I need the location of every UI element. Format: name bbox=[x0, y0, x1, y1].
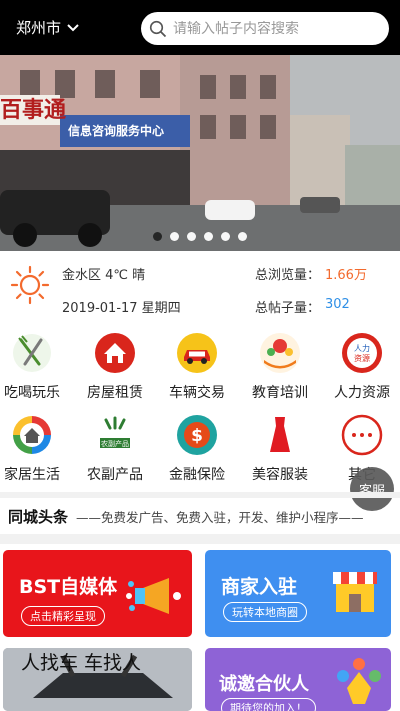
carousel-dot[interactable] bbox=[170, 232, 179, 241]
svg-text:人力: 人力 bbox=[354, 343, 370, 353]
card-button[interactable]: 点击精彩呈现 bbox=[21, 606, 105, 626]
svg-text:农副产品: 农副产品 bbox=[101, 439, 129, 448]
category-item[interactable]: 吃喝玩乐 bbox=[0, 328, 72, 408]
promo-card-ride[interactable]: 人找车 车找人 bbox=[3, 648, 192, 711]
views-value: 1.66万 bbox=[325, 268, 367, 283]
category-item[interactable]: 房屋租赁 bbox=[75, 328, 155, 408]
top-bar: 郑州市 bbox=[0, 0, 400, 55]
city-selector[interactable]: 郑州市 bbox=[16, 17, 79, 38]
category-grid: 吃喝玩乐 房屋租赁 车辆交易 教育培训 人力 资源 人力资源 家居生活 农副产品… bbox=[0, 328, 400, 490]
promo-card-media[interactable]: BST自媒体 点击精彩呈现 bbox=[3, 550, 192, 637]
card-button[interactable]: 期待您的加入！ bbox=[221, 698, 316, 711]
posts-value: 302 bbox=[325, 297, 350, 312]
chevron-down-icon bbox=[67, 23, 79, 31]
category-label: 房屋租赁 bbox=[87, 385, 143, 401]
megaphone-icon bbox=[126, 578, 181, 614]
sun-icon bbox=[10, 265, 50, 305]
card-title: 诚邀合伙人 bbox=[219, 674, 309, 695]
category-label: 车辆交易 bbox=[169, 385, 225, 401]
search-box[interactable] bbox=[141, 12, 389, 45]
banner-carousel[interactable]: 百事通 信息咨询服务中心 bbox=[0, 55, 400, 251]
city-label: 郑州市 bbox=[16, 19, 62, 37]
promo-card-merchant[interactable]: 商家入驻 玩转本地商圈 bbox=[205, 550, 391, 637]
street-photo: 百事通 信息咨询服务中心 bbox=[0, 55, 400, 251]
svg-text:资源: 资源 bbox=[354, 353, 370, 363]
category-item[interactable]: 美容服装 bbox=[240, 410, 320, 490]
banner-sign-sub: 信息咨询服务中心 bbox=[68, 123, 164, 138]
carousel-dot[interactable] bbox=[238, 232, 247, 241]
house-icon bbox=[95, 333, 135, 373]
carousel-dot[interactable] bbox=[221, 232, 230, 241]
home-life-icon bbox=[13, 416, 51, 454]
dress-icon bbox=[270, 417, 290, 452]
carousel-dots bbox=[0, 232, 400, 241]
category-label: 吃喝玩乐 bbox=[4, 385, 60, 401]
category-label: 美容服装 bbox=[252, 467, 308, 483]
divider bbox=[0, 534, 400, 544]
card-title: 人找车 车找人 bbox=[21, 652, 142, 674]
posts-label: 总帖子量： bbox=[255, 301, 321, 316]
education-icon bbox=[260, 333, 300, 373]
divider bbox=[0, 492, 400, 498]
date-text: 2019-01-17 星期四 bbox=[62, 301, 181, 316]
headline-title: 同城头条 bbox=[8, 507, 69, 526]
category-item[interactable]: 车辆交易 bbox=[157, 328, 237, 408]
carousel-dot[interactable] bbox=[204, 232, 213, 241]
search-input[interactable] bbox=[173, 20, 373, 37]
partners-icon bbox=[337, 658, 381, 704]
category-label: 教育培训 bbox=[252, 385, 308, 401]
dollar-icon: $ bbox=[177, 415, 217, 455]
category-label: 金融保险 bbox=[169, 467, 225, 483]
svg-text:$: $ bbox=[191, 426, 203, 446]
category-label: 农副产品 bbox=[87, 467, 143, 483]
views-label: 总浏览量： bbox=[255, 268, 321, 283]
category-item[interactable]: 农副产品 农副产品 bbox=[75, 410, 155, 490]
promo-card-partner[interactable]: 诚邀合伙人 期待您的加入！ bbox=[205, 648, 391, 711]
carousel-dot[interactable] bbox=[187, 232, 196, 241]
weather-text: 金水区 4℃ 晴 bbox=[62, 268, 146, 283]
category-label: 人力资源 bbox=[334, 385, 390, 401]
category-label: 家居生活 bbox=[4, 467, 60, 483]
fork-knife-icon bbox=[13, 334, 51, 372]
category-item[interactable]: $ 金融保险 bbox=[157, 410, 237, 490]
storefront-icon bbox=[333, 572, 377, 612]
category-item[interactable]: 教育培训 bbox=[240, 328, 320, 408]
card-title: 商家入驻 bbox=[221, 576, 298, 598]
category-item[interactable]: 家居生活 bbox=[0, 410, 72, 490]
human-resources-icon: 人力 资源 bbox=[342, 333, 382, 373]
farm-product-icon: 农副产品 bbox=[100, 416, 130, 448]
carousel-dot[interactable] bbox=[153, 232, 162, 241]
search-icon bbox=[149, 20, 167, 37]
card-button[interactable]: 玩转本地商圈 bbox=[223, 602, 307, 622]
info-panel: 金水区 4℃ 晴 2019-01-17 星期四 总浏览量： 1.66万 总帖子量… bbox=[0, 251, 400, 326]
headline-desc: ——免费发广告、免费入驻，开发、维护小程序—— bbox=[76, 509, 364, 525]
banner-sign-text: 百事通 bbox=[0, 97, 66, 123]
more-icon bbox=[341, 414, 383, 456]
car-icon bbox=[177, 333, 217, 373]
category-item[interactable]: 人力 资源 人力资源 bbox=[322, 328, 400, 408]
card-title: BST自媒体 bbox=[19, 576, 118, 598]
city-headline-bar[interactable]: 同城头条 ——免费发广告、免费入驻，开发、维护小程序—— bbox=[0, 503, 400, 529]
